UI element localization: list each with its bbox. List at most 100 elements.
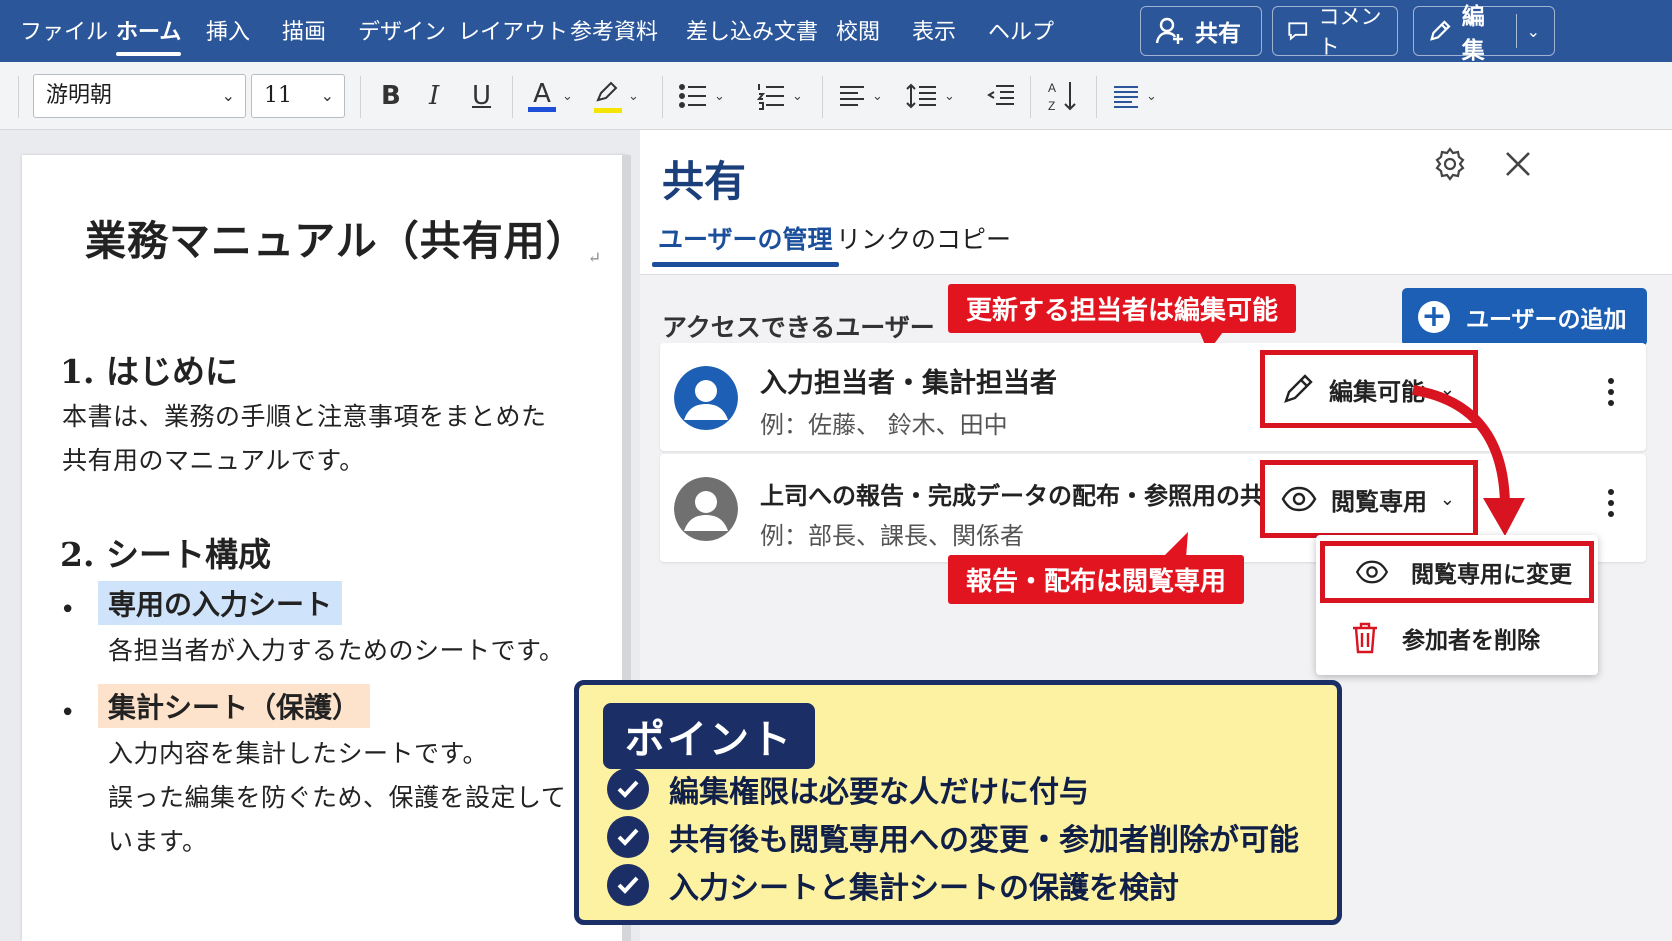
edit-mode-button[interactable]: 編集 ⌄ xyxy=(1413,4,1555,64)
align-left-icon xyxy=(840,86,864,106)
toolbar-divider xyxy=(1096,76,1097,118)
list-bullet: • xyxy=(60,698,76,728)
point-item-text: 共有後も閲覧専用への変更・参加者削除が可能 xyxy=(669,823,1299,858)
sort-button[interactable]: AZ xyxy=(1046,76,1080,116)
highlight-button[interactable]: ⌄ xyxy=(594,76,639,116)
font-name-select[interactable]: 游明朝 ⌄ xyxy=(33,74,246,118)
section-heading-sheets: 2. シート構成 xyxy=(60,535,271,574)
avatar xyxy=(674,477,738,541)
indent-button[interactable] xyxy=(986,76,1016,116)
svg-text:Z: Z xyxy=(1048,99,1055,113)
toolbar-divider xyxy=(18,76,19,118)
avatar xyxy=(674,366,738,430)
user-group-name: 上司への報告・完成データの配布・参照用の共有 xyxy=(760,482,1288,510)
tab-view[interactable]: 表示 xyxy=(912,0,956,62)
user-group-example: 例：佐藤、 鈴木、田中 xyxy=(760,411,1008,439)
user-group-name: 入力担当者・集計担当者 xyxy=(760,368,1057,399)
menu-item-label: 参加者を削除 xyxy=(1402,628,1540,654)
share-button-label: 共有 xyxy=(1195,21,1241,47)
paragraph-line: 本書は、業務の手順と注意事項をまとめた xyxy=(62,402,547,431)
tab-copy-link[interactable]: リンクのコピー xyxy=(836,220,1011,256)
share-button[interactable]: 共有 xyxy=(1140,6,1262,56)
toolbar-divider xyxy=(1030,76,1031,118)
tab-draw[interactable]: 描画 xyxy=(282,0,326,62)
pencil-icon xyxy=(1284,374,1313,403)
font-size-select[interactable]: 11 ⌄ xyxy=(251,74,345,118)
check-icon xyxy=(607,816,649,858)
comment-button[interactable]: コメント xyxy=(1272,5,1398,59)
document-page[interactable]: 業務マニュアル（共有用）↵ 1. はじめに 本書は、業務の手順と注意事項をまとめ… xyxy=(22,155,627,941)
bullet-list-icon xyxy=(679,84,706,108)
chevron-down-icon: ⌄ xyxy=(562,88,573,104)
permission-context-menu: 閲覧専用に変更 参加者を削除 xyxy=(1316,535,1598,675)
bold-button[interactable]: B xyxy=(381,76,401,116)
menu-item-change-to-view[interactable]: 閲覧専用に変更 xyxy=(1320,541,1594,603)
styles-button[interactable]: ⌄ xyxy=(1112,76,1157,116)
ribbon-tab-bar: ファイル ホーム 挿入 描画 デザイン レイアウト 参考資料 差し込み文書 校閲… xyxy=(0,0,1672,64)
chevron-down-icon: ⌄ xyxy=(221,86,235,105)
toolbar-divider xyxy=(662,76,663,118)
access-users-heading: アクセスできるユーザー xyxy=(662,313,935,342)
list-bullet: • xyxy=(60,595,76,625)
point-item: 編集権限は必要な人だけに付与 xyxy=(607,767,1089,811)
comment-icon xyxy=(1288,22,1308,41)
tab-review[interactable]: 校閲 xyxy=(836,0,880,62)
callout-view-note: 報告・配布は閲覧専用 xyxy=(948,555,1245,604)
more-options-icon[interactable] xyxy=(1608,373,1616,411)
point-item: 共有後も閲覧専用への変更・参加者削除が可能 xyxy=(607,815,1299,859)
comment-button-label: コメント xyxy=(1318,5,1382,59)
bullet-list-button[interactable]: ⌄ xyxy=(678,76,725,116)
point-summary-box: ポイント 編集権限は必要な人だけに付与 共有後も閲覧専用への変更・参加者削除が可… xyxy=(574,680,1342,925)
italic-button[interactable]: I xyxy=(429,76,439,116)
chevron-down-icon: ⌄ xyxy=(1146,88,1157,104)
user-group-example: 例：部長、課長、関係者 xyxy=(760,522,1024,550)
tab-file[interactable]: ファイル xyxy=(20,0,108,62)
point-item-text: 編集権限は必要な人だけに付与 xyxy=(669,775,1089,810)
line-spacing-button[interactable]: ⌄ xyxy=(906,76,955,116)
font-color-button[interactable]: A ⌄ xyxy=(528,76,573,116)
indent-icon xyxy=(987,85,1014,105)
tab-design[interactable]: デザイン xyxy=(358,0,446,62)
summary-sheet-description: 入力内容を集計したシートです。 誤った編集を防ぐため、保護を設定して います。 xyxy=(108,732,566,864)
paragraph-mark: ↵ xyxy=(587,248,603,267)
input-sheet-label: 専用の入力シート xyxy=(98,581,343,625)
underline-button[interactable]: U xyxy=(472,76,491,116)
highlighter-icon xyxy=(594,80,622,113)
numbered-list-icon xyxy=(756,84,784,110)
input-sheet-description: 各担当者が入力するためのシートです。 xyxy=(108,636,565,665)
point-tag: ポイント xyxy=(603,703,815,769)
chevron-down-icon: ⌄ xyxy=(320,86,334,105)
eye-icon xyxy=(1355,560,1389,584)
font-name-value: 游明朝 xyxy=(46,83,113,108)
share-panel-header: 共有 ユーザーの管理 リンクのコピー xyxy=(640,130,1672,275)
chevron-down-icon: ⌄ xyxy=(714,88,725,104)
more-options-icon[interactable] xyxy=(1608,484,1616,522)
callout-edit-note: 更新する担当者は編集可能 xyxy=(948,284,1297,333)
edit-mode-label: 編集 xyxy=(1461,4,1485,64)
menu-item-remove-participant[interactable]: 参加者を削除 xyxy=(1320,607,1594,669)
tab-manage-users[interactable]: ユーザーの管理 xyxy=(652,220,839,267)
font-size-value: 11 xyxy=(264,83,292,108)
paragraph-line: 共有用のマニュアルです。 xyxy=(62,446,365,475)
tab-layout[interactable]: レイアウト xyxy=(458,0,568,62)
tab-mailings[interactable]: 差し込み文書 xyxy=(686,0,818,62)
chevron-down-icon[interactable]: ⌄ xyxy=(1527,22,1540,41)
tab-insert[interactable]: 挿入 xyxy=(206,0,250,62)
chevron-down-icon: ⌄ xyxy=(872,88,883,104)
tab-help[interactable]: ヘルプ xyxy=(988,0,1054,62)
align-button[interactable]: ⌄ xyxy=(838,76,883,116)
pencil-icon xyxy=(1430,20,1451,41)
close-icon[interactable] xyxy=(1502,148,1534,180)
svg-text:A: A xyxy=(1048,81,1056,95)
toolbar-divider xyxy=(360,76,361,118)
add-user-button[interactable]: + ユーザーの追加 xyxy=(1402,288,1647,346)
check-icon xyxy=(607,864,649,906)
tab-references[interactable]: 参考資料 xyxy=(570,0,658,62)
sort-az-icon: AZ xyxy=(1048,81,1076,113)
tab-home[interactable]: ホーム xyxy=(116,0,182,62)
numbered-list-button[interactable]: ⌄ xyxy=(756,76,803,116)
trash-icon xyxy=(1353,622,1377,654)
toolbar-divider xyxy=(512,76,513,118)
gear-icon[interactable] xyxy=(1432,146,1468,182)
menu-item-label: 閲覧専用に変更 xyxy=(1411,562,1572,588)
